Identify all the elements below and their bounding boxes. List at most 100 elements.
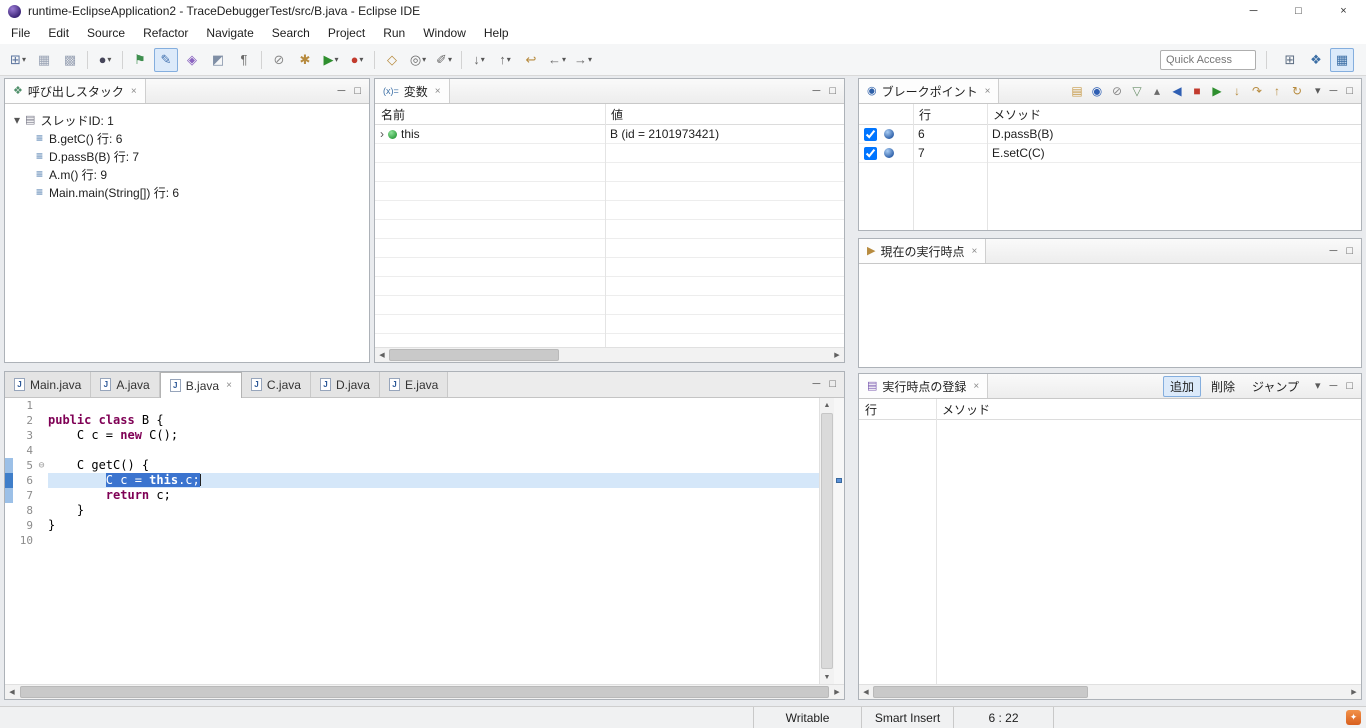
registry-jump-button[interactable]: ジャンプ <box>1245 376 1306 397</box>
tree-expanded-arrow-icon[interactable]: ▾ <box>14 113 20 127</box>
expand-arrow-icon[interactable]: › <box>380 127 384 141</box>
breakpoint-row[interactable]: 7E.setC(C) <box>859 144 1361 163</box>
editor-tab-d-java[interactable]: JD.java <box>311 372 380 397</box>
registry-delete-button[interactable]: 削除 <box>1204 376 1242 397</box>
step-back-button[interactable]: ◀ <box>1168 82 1186 100</box>
current-execution-view-tab[interactable]: ▶ 現在の実行時点 × <box>859 239 986 263</box>
annotation-pencil-button[interactable]: ✐▾ <box>432 48 456 72</box>
overview-ruler[interactable] <box>834 398 844 684</box>
column-header-method[interactable]: メソッド <box>936 401 1361 418</box>
stack-frame-item[interactable]: ≡Main.main(String[]) 行: 6 <box>5 183 369 201</box>
scroll-right-icon[interactable]: ▶ <box>830 348 844 362</box>
open-breakpoint-button[interactable]: ▤ <box>1068 82 1086 100</box>
next-annotation-button[interactable]: ↓▾ <box>467 48 491 72</box>
notification-icon[interactable]: ✦ <box>1346 710 1361 725</box>
variable-row[interactable]: ›thisB (id = 2101973421) <box>375 125 844 144</box>
step-into-button[interactable]: ↓ <box>1228 82 1246 100</box>
java-perspective-button[interactable]: ❖ <box>1304 48 1328 72</box>
open-type-button[interactable]: ◇ <box>380 48 404 72</box>
mark-occurrences-button[interactable]: ✎ <box>154 48 178 72</box>
variables-horizontal-scrollbar[interactable]: ◀ ▶ <box>375 347 844 362</box>
column-divider[interactable] <box>605 104 606 347</box>
launch-flag-button[interactable]: ⚑ <box>128 48 152 72</box>
minimize-view-button[interactable]: ─ <box>1330 246 1338 257</box>
scroll-left-icon[interactable]: ◀ <box>859 685 873 699</box>
terminate-button[interactable]: ■ <box>1188 82 1206 100</box>
collapse-all-button[interactable]: ▴ <box>1148 82 1166 100</box>
editor-tab-b-java[interactable]: JB.java× <box>160 372 242 398</box>
execution-registry-view-tab[interactable]: ▤ 実行時点の登録 × <box>859 374 988 398</box>
minimize-view-button[interactable]: ─ <box>813 86 821 97</box>
scroll-up-icon[interactable]: ▲ <box>820 398 834 412</box>
sort-breakpoints-button[interactable]: ▽ <box>1128 82 1146 100</box>
editor-tab-e-java[interactable]: JE.java <box>380 372 448 397</box>
forward-button[interactable]: →▾ <box>571 48 595 72</box>
close-view-icon[interactable]: × <box>973 381 979 392</box>
add-breakpoint-button[interactable]: ◉ <box>1088 82 1106 100</box>
column-divider[interactable] <box>913 104 914 230</box>
close-view-icon[interactable]: × <box>985 86 991 97</box>
variables-view-tab[interactable]: (x)= 変数 × <box>375 79 450 103</box>
menu-item-search[interactable]: Search <box>263 22 319 44</box>
minimize-view-button[interactable]: ─ <box>338 86 346 97</box>
menu-item-run[interactable]: Run <box>374 22 414 44</box>
maximize-view-button[interactable]: □ <box>1346 86 1353 97</box>
editor-tab-main-java[interactable]: JMain.java <box>5 372 91 397</box>
menu-item-navigate[interactable]: Navigate <box>197 22 262 44</box>
view-menu-icon[interactable]: ▾ <box>1315 381 1321 392</box>
scrollbar-thumb[interactable] <box>20 686 829 698</box>
column-header-value[interactable]: 値 <box>605 106 844 123</box>
maximize-view-button[interactable]: □ <box>354 86 361 97</box>
overview-selection-marker[interactable] <box>836 478 842 483</box>
column-header-line[interactable]: 行 <box>859 401 936 418</box>
minimize-window-button[interactable]: ─ <box>1231 0 1276 22</box>
menu-item-project[interactable]: Project <box>319 22 374 44</box>
new-launch-config-button[interactable]: ✱ <box>293 48 317 72</box>
close-view-icon[interactable]: × <box>435 86 441 97</box>
editor-horizontal-scrollbar[interactable]: ◀ ▶ <box>5 684 844 699</box>
scrollbar-thumb[interactable] <box>821 413 833 669</box>
scrollbar-thumb[interactable] <box>873 686 1088 698</box>
scroll-left-icon[interactable]: ◀ <box>5 685 19 699</box>
breakpoint-row[interactable]: 6D.passB(B) <box>859 125 1361 144</box>
maximize-view-button[interactable]: □ <box>829 86 836 97</box>
stack-frame-item[interactable]: ≡B.getC() 行: 6 <box>5 129 369 147</box>
breakpoint-checkbox[interactable] <box>864 128 877 141</box>
user-account-button[interactable]: ●▾ <box>93 48 117 72</box>
column-header-line[interactable]: 行 <box>913 106 987 123</box>
minimize-view-button[interactable]: ─ <box>1330 381 1338 392</box>
close-view-icon[interactable]: × <box>971 246 977 257</box>
editor-vertical-scrollbar[interactable]: ▲ ▼ <box>819 398 834 684</box>
fold-marker[interactable]: ⊖ <box>35 458 48 473</box>
maximize-view-button[interactable]: □ <box>1346 381 1353 392</box>
minimize-view-button[interactable]: ─ <box>1330 86 1338 97</box>
save-button[interactable]: ▦ <box>32 48 56 72</box>
call-stack-view-tab[interactable]: ❖ 呼び出しスタック × <box>5 79 146 103</box>
scroll-down-icon[interactable]: ▼ <box>820 670 834 684</box>
registry-horizontal-scrollbar[interactable]: ◀ ▶ <box>859 684 1361 699</box>
last-edit-location-button[interactable]: ↩ <box>519 48 543 72</box>
scrollbar-thumb[interactable] <box>389 349 559 361</box>
maximize-window-button[interactable]: □ <box>1276 0 1321 22</box>
minimize-view-button[interactable]: ─ <box>813 379 821 390</box>
column-divider[interactable] <box>936 399 937 684</box>
refresh-trace-button[interactable]: ↻ <box>1288 82 1306 100</box>
previous-annotation-button[interactable]: ↑▾ <box>493 48 517 72</box>
column-header-name[interactable]: 名前 <box>375 106 605 123</box>
record-button[interactable]: ●▾ <box>345 48 369 72</box>
menu-item-source[interactable]: Source <box>78 22 134 44</box>
step-over-button[interactable]: ↷ <box>1248 82 1266 100</box>
show-whitespace-button[interactable]: ¶ <box>232 48 256 72</box>
breakpoint-checkbox[interactable] <box>864 147 877 160</box>
back-button[interactable]: ←▾ <box>545 48 569 72</box>
column-divider[interactable] <box>987 104 988 230</box>
menu-item-refactor[interactable]: Refactor <box>134 22 197 44</box>
skip-all-breakpoints-toolbar-button[interactable]: ⊘ <box>267 48 291 72</box>
menu-item-window[interactable]: Window <box>414 22 475 44</box>
quick-access-input[interactable] <box>1160 50 1256 70</box>
menu-item-edit[interactable]: Edit <box>39 22 78 44</box>
menu-item-file[interactable]: File <box>2 22 39 44</box>
run-button[interactable]: ▶▾ <box>319 48 343 72</box>
maximize-view-button[interactable]: □ <box>829 379 836 390</box>
stack-frame-item[interactable]: ≡A.m() 行: 9 <box>5 165 369 183</box>
